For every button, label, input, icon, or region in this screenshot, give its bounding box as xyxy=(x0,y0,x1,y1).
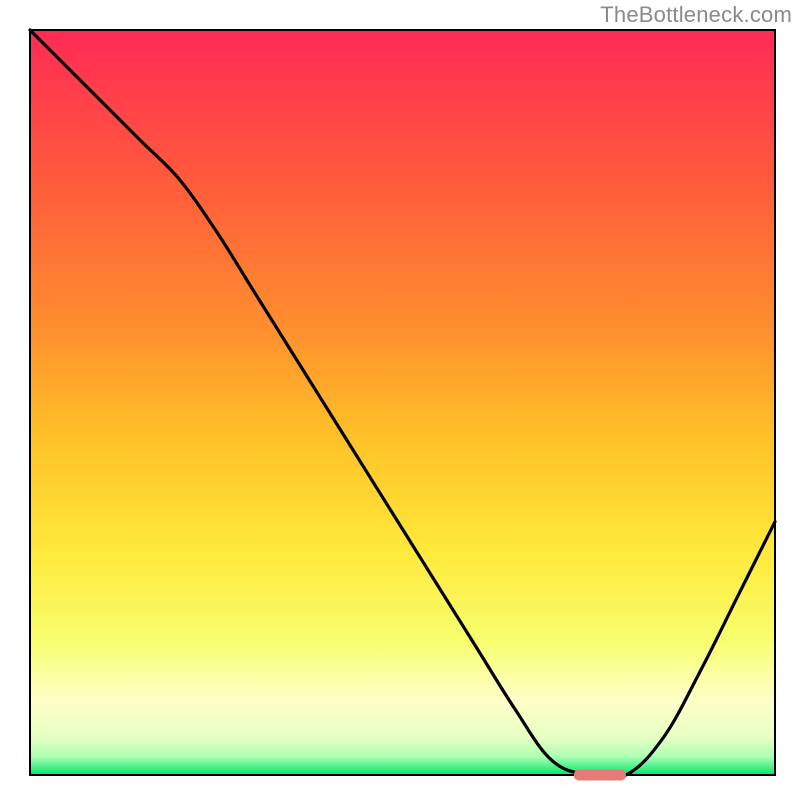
bottleneck-chart xyxy=(0,0,800,800)
optimal-marker xyxy=(574,770,626,781)
chart-container: TheBottleneck.com xyxy=(0,0,800,800)
